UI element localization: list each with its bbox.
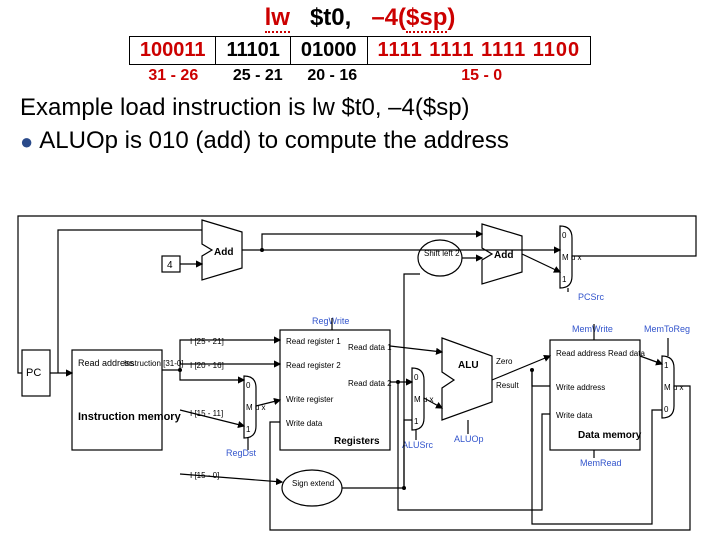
svg-text:1: 1 [414, 417, 419, 426]
svg-text:RegDst: RegDst [226, 448, 257, 458]
svg-text:Result: Result [496, 381, 519, 390]
bits-op: 31 - 26 [128, 67, 218, 85]
svg-text:0: 0 [664, 405, 669, 414]
svg-text:0: 0 [246, 381, 251, 390]
svg-text:MemWrite: MemWrite [572, 324, 613, 334]
svg-text:4: 4 [167, 260, 173, 271]
bit-ranges: 31 - 26 25 - 21 20 - 16 15 - 0 [0, 67, 720, 85]
svg-text:Registers: Registers [334, 436, 380, 447]
svg-text:M u x: M u x [414, 395, 434, 404]
svg-text:0: 0 [562, 231, 567, 240]
svg-text:I [25 - 21]: I [25 - 21] [190, 337, 224, 346]
svg-text:Read data 1: Read data 1 [348, 343, 392, 352]
svg-text:Write data: Write data [556, 411, 593, 420]
svg-text:Instruction [31-0]: Instruction [31-0] [124, 359, 184, 368]
svg-text:Sign extend: Sign extend [292, 479, 334, 488]
svg-text:Read data 2: Read data 2 [348, 379, 392, 388]
svg-text:Read address: Read address [556, 349, 606, 358]
imm-cell: 1111 1111 1111 1100 [367, 37, 591, 65]
svg-text:Read register 1: Read register 1 [286, 337, 341, 346]
svg-text:Data memory: Data memory [578, 430, 642, 441]
opcode-cell: 100011 [129, 37, 216, 65]
svg-text:MemRead: MemRead [580, 458, 622, 468]
rs-cell: 11101 [216, 37, 290, 65]
encoding-table: 100011 11101 01000 1111 1111 1111 1100 [129, 36, 591, 65]
svg-text:MemToReg: MemToReg [644, 324, 690, 334]
svg-text:PCSrc: PCSrc [578, 292, 605, 302]
bits-rs: 25 - 21 [223, 67, 293, 85]
svg-text:M u x: M u x [664, 383, 684, 392]
svg-text:1: 1 [562, 275, 567, 284]
svg-text:ALUOp: ALUOp [454, 434, 484, 444]
svg-text:Write address: Write address [556, 383, 605, 392]
bullet-icon: ● [20, 129, 33, 154]
svg-text:Add: Add [214, 247, 233, 258]
svg-text:RegWrite: RegWrite [312, 316, 349, 326]
svg-text:M u x: M u x [562, 253, 582, 262]
svg-text:1: 1 [246, 425, 251, 434]
mnemonic-text: lw [265, 4, 290, 33]
svg-text:1: 1 [664, 361, 669, 370]
svg-text:Add: Add [494, 250, 513, 261]
svg-text:Write data: Write data [286, 419, 323, 428]
svg-text:0: 0 [414, 373, 419, 382]
svg-text:I [20 - 16]: I [20 - 16] [190, 361, 224, 370]
offset-text: –4 [371, 4, 398, 31]
example-line: Example load instruction is lw $t0, –4($… [20, 93, 708, 123]
rt-cell: 01000 [290, 37, 367, 65]
svg-text:Write register: Write register [286, 395, 334, 404]
bits-imm: 15 - 0 [372, 67, 592, 85]
svg-text:PC: PC [26, 367, 41, 379]
base-reg: $sp [406, 4, 447, 33]
svg-text:ALUSrc: ALUSrc [402, 440, 434, 450]
svg-text:Read register 2: Read register 2 [286, 361, 341, 370]
svg-text:Read data: Read data [608, 349, 645, 358]
svg-text:Instruction memory: Instruction memory [78, 411, 182, 423]
svg-text:Zero: Zero [496, 357, 513, 366]
instruction-title: lw $t0, –4($sp) [0, 4, 720, 32]
dest-reg: $t0 [310, 4, 345, 31]
datapath-diagram: PC Read address Instruction [31-0] Instr… [12, 210, 708, 536]
bullet-line: ●ALUOp is 010 (add) to compute the addre… [20, 127, 708, 155]
svg-text:ALU: ALU [458, 360, 479, 371]
bits-rt: 20 - 16 [297, 67, 367, 85]
